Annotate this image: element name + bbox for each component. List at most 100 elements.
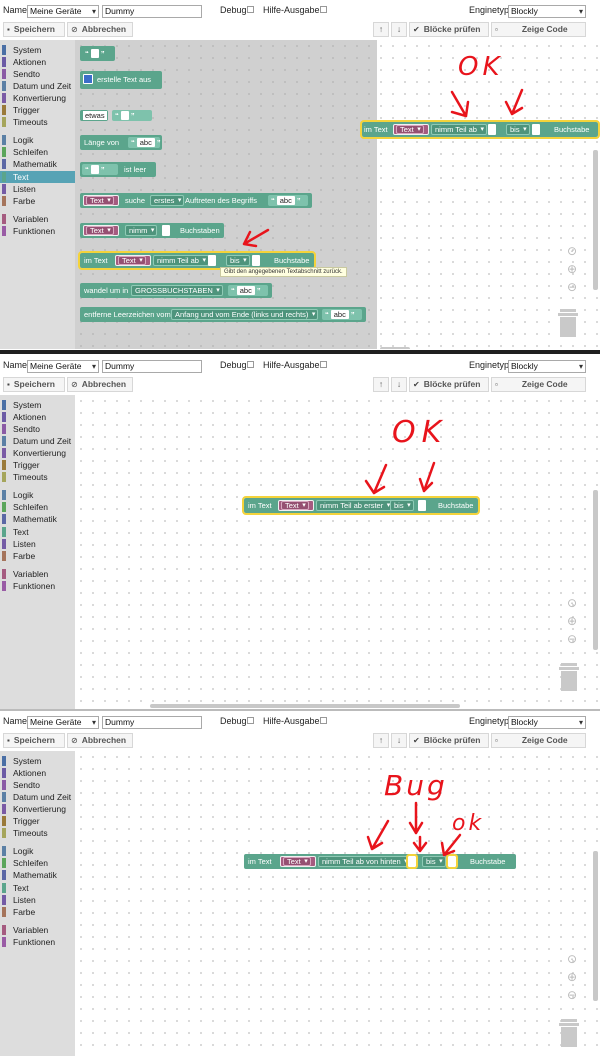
variable-text-block[interactable]: Text xyxy=(393,124,429,135)
category-variablen[interactable]: Variablen xyxy=(0,568,75,580)
category-listen[interactable]: Listen xyxy=(0,894,75,906)
enginetyp-select[interactable]: Blockly xyxy=(508,716,586,729)
zoom-in-icon[interactable]: ⊕ xyxy=(564,613,580,631)
cancel-button[interactable]: ⊘ Abbrechen xyxy=(67,733,133,748)
index-slot[interactable] xyxy=(162,225,170,236)
create-text-block[interactable]: erstelle Text aus xyxy=(80,71,162,89)
export-button[interactable]: ↑ xyxy=(373,733,389,748)
show-code-button[interactable]: ▫ Zeige Code xyxy=(491,733,586,748)
category-sendto[interactable]: Sendto xyxy=(0,423,75,435)
category-listen[interactable]: Listen xyxy=(0,538,75,550)
text-literal-block[interactable]: “ ” xyxy=(80,46,115,61)
blockly-workspace[interactable] xyxy=(75,395,600,709)
save-button[interactable]: ▪ Speichern xyxy=(3,377,65,392)
variable-text-block[interactable]: Text xyxy=(115,255,151,266)
trash-icon[interactable] xyxy=(558,1018,580,1048)
category-text[interactable]: Text xyxy=(0,882,75,894)
category-konvertierung[interactable]: Konvertierung xyxy=(0,803,75,815)
workspace-substring-block[interactable]: im Text Text nimm Teil ab erster bis Buc… xyxy=(242,496,480,515)
category-trigger[interactable]: Trigger xyxy=(0,815,75,827)
script-name-input[interactable]: Dummy xyxy=(102,360,202,373)
category-konvertierung[interactable]: Konvertierung xyxy=(0,92,75,104)
text-charat-block[interactable]: Text nimm Buchstaben xyxy=(80,223,224,238)
category-aktionen[interactable]: Aktionen xyxy=(0,411,75,423)
hilfe-checkbox[interactable] xyxy=(320,361,327,368)
workspace-substring-block[interactable]: im Text Text nimm Teil ab von hinten bis… xyxy=(244,854,516,869)
variable-text-block[interactable]: Text xyxy=(83,225,119,236)
show-code-button[interactable]: ▫ Zeige Code xyxy=(491,377,586,392)
zoom-in-icon[interactable]: ⊕ xyxy=(564,969,580,987)
recenter-icon[interactable]: ⊙ xyxy=(564,243,580,261)
category-aktionen[interactable]: Aktionen xyxy=(0,56,75,68)
category-timeouts[interactable]: Timeouts xyxy=(0,827,75,839)
vertical-scrollbar[interactable] xyxy=(593,851,598,1001)
string-field[interactable]: “abc” xyxy=(228,285,268,296)
category-system[interactable]: System xyxy=(0,755,75,767)
device-select[interactable]: Meine Geräte xyxy=(27,716,99,729)
zoom-out-icon[interactable]: ⊖ xyxy=(564,987,580,1005)
category-sendto[interactable]: Sendto xyxy=(0,68,75,80)
export-button[interactable]: ↑ xyxy=(373,22,389,37)
empty-string-field[interactable]: “ ” xyxy=(82,48,113,59)
category-datum-zeit[interactable]: Datum und Zeit xyxy=(0,435,75,447)
zoom-out-icon[interactable]: ⊖ xyxy=(564,631,580,649)
string-field[interactable]: “abc” xyxy=(268,195,308,206)
category-logik[interactable]: Logik xyxy=(0,845,75,857)
category-timeouts[interactable]: Timeouts xyxy=(0,471,75,483)
check-blocks-button[interactable]: ✔ Blöcke prüfen xyxy=(409,733,489,748)
variable-text-block[interactable]: Text xyxy=(83,195,119,206)
hilfe-checkbox[interactable] xyxy=(320,6,327,13)
category-variablen[interactable]: Variablen xyxy=(0,924,75,936)
category-funktionen[interactable]: Funktionen xyxy=(0,936,75,948)
category-aktionen[interactable]: Aktionen xyxy=(0,767,75,779)
debug-checkbox[interactable] xyxy=(247,361,254,368)
string-field[interactable]: “ ” xyxy=(82,164,118,175)
enginetyp-select[interactable]: Blockly xyxy=(508,5,586,18)
check-blocks-button[interactable]: ✔ Blöcke prüfen xyxy=(409,22,489,37)
category-farbe[interactable]: Farbe xyxy=(0,550,75,562)
text-changecase-block[interactable]: wandel um in GROSSBUCHSTABEN “abc” xyxy=(80,283,272,298)
save-button[interactable]: ▪ Speichern xyxy=(3,22,65,37)
category-logik[interactable]: Logik xyxy=(0,134,75,146)
recenter-icon[interactable]: ⊙ xyxy=(564,951,580,969)
category-trigger[interactable]: Trigger xyxy=(0,459,75,471)
save-button[interactable]: ▪ Speichern xyxy=(3,733,65,748)
text-length-block[interactable]: Länge von “abc” xyxy=(80,135,162,150)
start-index-slot[interactable] xyxy=(208,255,216,266)
category-datum-zeit[interactable]: Datum und Zeit xyxy=(0,80,75,92)
horizontal-scrollbar[interactable] xyxy=(380,347,410,349)
category-logik[interactable]: Logik xyxy=(0,489,75,501)
category-system[interactable]: System xyxy=(0,399,75,411)
category-datum-zeit[interactable]: Datum und Zeit xyxy=(0,791,75,803)
start-index-slot[interactable] xyxy=(488,124,496,135)
category-funktionen[interactable]: Funktionen xyxy=(0,225,75,237)
category-mathematik[interactable]: Mathematik xyxy=(0,158,75,170)
text-indexof-block[interactable]: Text suche erstes Auftreten des Begriffs… xyxy=(80,193,312,208)
import-button[interactable]: ↓ xyxy=(391,377,407,392)
import-button[interactable]: ↓ xyxy=(391,733,407,748)
gear-icon[interactable] xyxy=(83,74,93,84)
end-index-slot[interactable] xyxy=(252,255,260,266)
string-field[interactable]: “abc” xyxy=(322,309,362,320)
text-trim-block[interactable]: entferne Leerzeichen vom Anfang und vom … xyxy=(80,307,366,322)
cancel-button[interactable]: ⊘ Abbrechen xyxy=(67,377,133,392)
category-mathematik[interactable]: Mathematik xyxy=(0,513,75,525)
enginetyp-select[interactable]: Blockly xyxy=(508,360,586,373)
variable-text-block[interactable]: Text xyxy=(280,856,316,867)
text-isempty-block[interactable]: “ ” ist leer xyxy=(80,162,156,177)
end-index-slot[interactable] xyxy=(446,854,458,869)
category-text[interactable]: Text xyxy=(0,171,75,183)
blockly-workspace[interactable] xyxy=(75,751,600,1056)
cancel-button[interactable]: ⊘ Abbrechen xyxy=(67,22,133,37)
category-konvertierung[interactable]: Konvertierung xyxy=(0,447,75,459)
debug-checkbox[interactable] xyxy=(247,717,254,724)
category-schleifen[interactable]: Schleifen xyxy=(0,501,75,513)
zoom-out-icon[interactable]: ⊖ xyxy=(564,279,580,297)
check-blocks-button[interactable]: ✔ Blöcke prüfen xyxy=(409,377,489,392)
device-select[interactable]: Meine Geräte xyxy=(27,5,99,18)
script-name-input[interactable]: Dummy xyxy=(102,5,202,18)
debug-checkbox[interactable] xyxy=(247,6,254,13)
variable-text-block[interactable]: Text xyxy=(278,500,314,511)
variable-field[interactable]: etwas xyxy=(80,110,108,121)
import-button[interactable]: ↓ xyxy=(391,22,407,37)
